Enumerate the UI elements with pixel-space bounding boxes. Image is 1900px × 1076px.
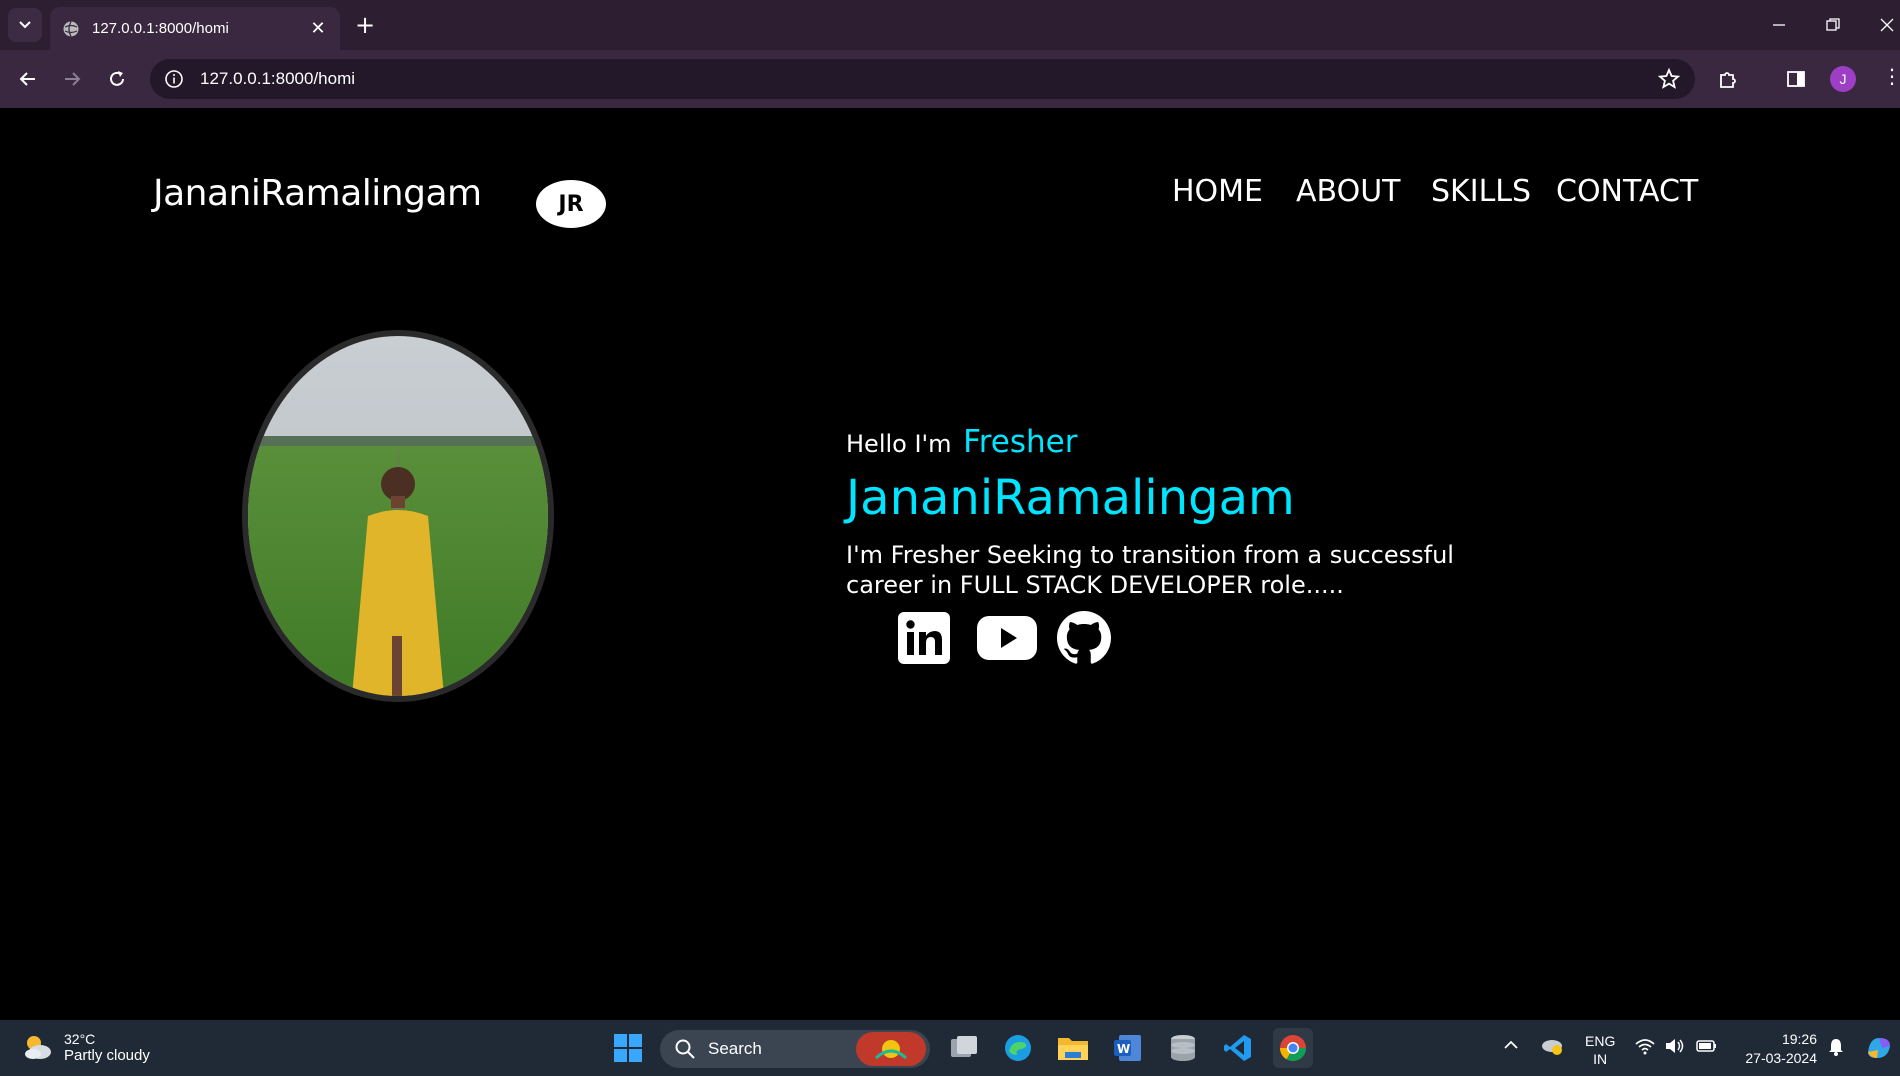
chevron-down-icon <box>19 21 31 29</box>
windows-taskbar: 32°C Partly cloudy Search W ENG IN 19:26… <box>0 1020 1900 1076</box>
close-tab-icon[interactable]: ✕ <box>308 18 328 39</box>
browser-toolbar: 127.0.0.1:8000/homi J ⋮ <box>0 50 1900 108</box>
close-window-icon[interactable] <box>1872 10 1900 40</box>
side-panel-button[interactable] <box>1780 63 1812 95</box>
copilot-icon[interactable] <box>1864 1032 1894 1067</box>
profile-avatar[interactable]: J <box>1830 66 1856 92</box>
restore-icon[interactable] <box>1818 10 1848 40</box>
puzzle-icon <box>1720 72 1736 88</box>
forward-button[interactable] <box>56 63 88 95</box>
url-text: 127.0.0.1:8000/homi <box>200 69 356 88</box>
word-icon[interactable]: W <box>1108 1028 1148 1068</box>
nav-skills[interactable]: SKILLS <box>1431 174 1531 209</box>
bookmark-star-icon[interactable] <box>1657 67 1681 91</box>
hello-prefix: Hello I'm <box>846 430 952 458</box>
weather-widget[interactable]: 32°C Partly cloudy <box>20 1030 150 1064</box>
task-view-icon[interactable] <box>944 1028 984 1068</box>
nav-contact[interactable]: CONTACT <box>1556 174 1698 209</box>
address-bar[interactable]: 127.0.0.1:8000/homi <box>150 59 1695 99</box>
onedrive-icon[interactable] <box>1540 1036 1564 1061</box>
arrow-left-icon <box>19 72 35 86</box>
more-menu-icon[interactable]: ⋮ <box>1882 64 1900 88</box>
github-link[interactable] <box>1056 610 1112 666</box>
search-highlight-icon <box>856 1032 926 1066</box>
reload-button[interactable] <box>101 63 133 95</box>
hero-greeting: Hello I'm Fresher <box>846 424 1077 460</box>
search-label: Search <box>708 1039 762 1058</box>
lang-code: ENG <box>1585 1033 1616 1049</box>
hero-name: JananiRamalingam <box>846 470 1295 526</box>
role-title: Fresher <box>963 424 1078 460</box>
edge-browser-icon[interactable] <box>998 1028 1038 1068</box>
profile-photo-frame <box>242 330 554 702</box>
lang-region: IN <box>1593 1051 1608 1067</box>
bio-line: I'm Fresher Seeking to transition from a… <box>846 541 1454 569</box>
weather-condition: Partly cloudy <box>64 1046 150 1064</box>
wifi-icon[interactable] <box>1634 1037 1656 1060</box>
database-icon[interactable] <box>1163 1028 1203 1068</box>
youtube-icon <box>977 616 1037 660</box>
battery-icon[interactable] <box>1696 1037 1718 1060</box>
browser-tab[interactable]: 127.0.0.1:8000/homi ✕ <box>50 7 340 50</box>
tab-search-button[interactable] <box>8 8 42 42</box>
windows-logo-icon <box>614 1034 642 1062</box>
clock[interactable]: 19:26 27-03-2024 <box>1735 1030 1817 1068</box>
notification-bell-icon[interactable] <box>1826 1037 1846 1062</box>
nav-home[interactable]: HOME <box>1172 174 1263 209</box>
volume-icon[interactable] <box>1664 1037 1686 1060</box>
new-tab-button[interactable]: + <box>352 11 378 39</box>
show-hidden-icons[interactable] <box>1502 1036 1520 1059</box>
globe-icon <box>63 20 79 37</box>
chrome-icon[interactable] <box>1273 1028 1313 1068</box>
minimize-icon[interactable] <box>1764 10 1794 40</box>
portfolio-page: JananiRamalingam JR HOME ABOUT SKILLS CO… <box>0 108 1900 1020</box>
search-icon <box>675 1039 695 1059</box>
hero-bio: I'm Fresher Seeking to transition from a… <box>846 540 1466 600</box>
bio-line: career in FULL STACK DEVELOPER role..... <box>846 571 1344 599</box>
nav-about[interactable]: ABOUT <box>1296 174 1400 209</box>
linkedin-icon <box>898 612 950 664</box>
language-indicator[interactable]: ENG IN <box>1585 1032 1615 1068</box>
linkedin-link[interactable] <box>896 610 952 666</box>
svg-text:W: W <box>1117 1042 1130 1056</box>
taskbar-search[interactable]: Search <box>660 1030 930 1068</box>
arrow-right-icon <box>65 72 81 86</box>
tab-title: 127.0.0.1:8000/homi <box>92 20 229 37</box>
extensions-button[interactable] <box>1712 63 1744 95</box>
site-logo[interactable]: JananiRamalingam <box>153 173 482 214</box>
vscode-icon[interactable] <box>1218 1028 1258 1068</box>
reload-icon <box>110 71 124 86</box>
back-button[interactable] <box>12 63 44 95</box>
start-button[interactable] <box>608 1028 648 1068</box>
github-icon <box>1057 611 1111 664</box>
browser-tab-bar: 127.0.0.1:8000/homi ✕ + <box>0 0 1900 50</box>
initials-badge: JR <box>536 180 606 228</box>
clock-date: 27-03-2024 <box>1745 1050 1817 1066</box>
profile-photo <box>248 336 548 696</box>
screen: 127.0.0.1:8000/homi ✕ + 127.0.0.1:8000/h… <box>0 0 1900 1076</box>
youtube-link[interactable] <box>976 610 1038 666</box>
clock-time: 19:26 <box>1781 1031 1817 1047</box>
side-panel-icon <box>1787 71 1805 87</box>
site-info-icon[interactable] <box>162 67 186 91</box>
file-explorer-icon[interactable] <box>1053 1028 1093 1068</box>
partly-cloudy-icon <box>25 1036 51 1059</box>
weather-temperature: 32°C <box>64 1030 96 1047</box>
